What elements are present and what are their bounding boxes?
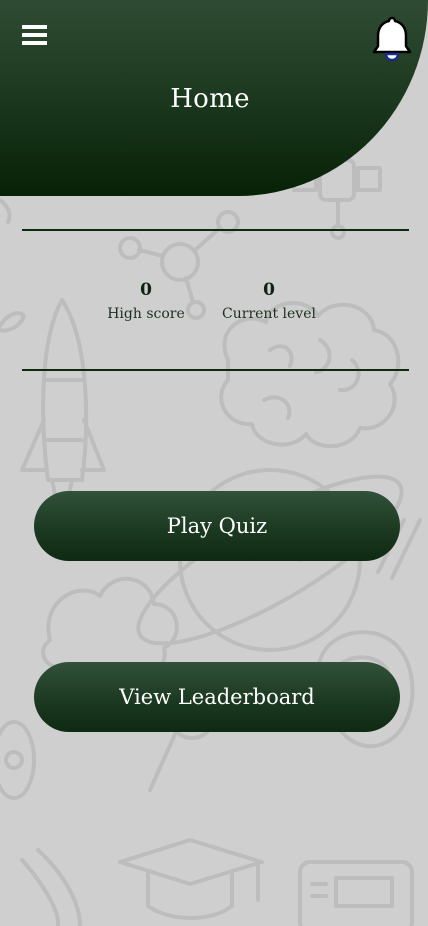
- high-score-value: 0: [140, 280, 152, 300]
- high-score-stat: 0 High score: [96, 280, 196, 322]
- menu-bar-bottom: [22, 41, 47, 45]
- current-level-stat: 0 Current level: [214, 280, 324, 322]
- leaf-doodle: [0, 198, 26, 333]
- graduation-cap-doodle: [118, 838, 264, 920]
- brain-doodle: [219, 301, 401, 449]
- test-tube-doodle: [20, 848, 82, 926]
- stats-top-divider: [22, 229, 409, 231]
- stats-bottom-divider: [22, 369, 409, 371]
- menu-bar-top: [22, 25, 47, 29]
- hamburger-menu-icon[interactable]: [22, 25, 47, 47]
- play-quiz-button[interactable]: Play Quiz: [34, 491, 400, 561]
- page-title: Home: [170, 84, 250, 114]
- device-doodle: [298, 860, 414, 926]
- view-leaderboard-button[interactable]: View Leaderboard: [34, 662, 400, 732]
- bacteria-doodle: [0, 720, 36, 800]
- rocket-doodle: [20, 298, 106, 510]
- current-level-value: 0: [263, 280, 275, 300]
- menu-bar-middle: [22, 33, 47, 37]
- bell-icon[interactable]: [372, 16, 412, 62]
- current-level-label: Current level: [222, 306, 316, 322]
- high-score-label: High score: [107, 306, 185, 322]
